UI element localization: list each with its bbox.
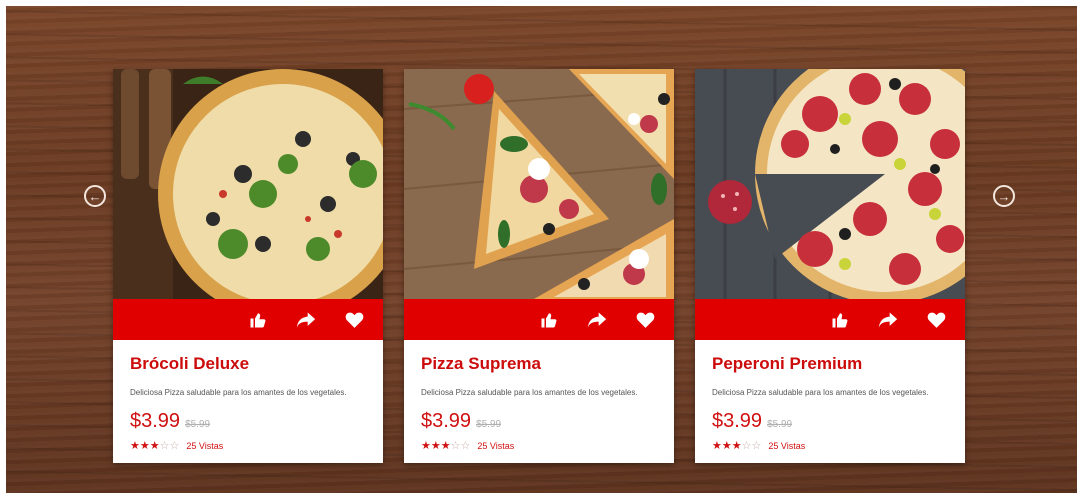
like-button[interactable] [829,309,851,331]
product-card-peperoni[interactable]: Peperoni Premium Deliciosa Pizza saludab… [695,69,965,463]
share-arrow-icon [296,312,316,327]
star-filled-icon: ★ [421,440,431,452]
arrow-left-icon: ← [88,188,102,204]
star-rating: ★★★☆☆ [712,439,761,452]
action-bar [404,299,674,340]
share-button[interactable] [877,309,899,331]
product-price: $3.99 [130,410,181,432]
star-filled-icon: ★ [731,440,742,452]
star-filled-icon: ★ [130,440,140,452]
star-empty-icon: ☆ [450,440,461,452]
star-filled-icon: ★ [430,440,441,452]
heart-icon [927,312,945,328]
thumbs-up-icon [832,312,848,327]
star-empty-icon: ☆ [741,440,752,452]
product-card-suprema[interactable]: Pizza Suprema Deliciosa Pizza saludable … [404,69,674,463]
wood-background: ← → Brócoli Deluxe Deliciosa Pizza salud… [6,6,1077,493]
like-button[interactable] [247,309,269,331]
product-price: $3.99 [421,410,472,432]
star-filled-icon: ★ [721,440,732,452]
pizza-broccoli-photo [113,69,383,299]
product-price: $3.99 [712,410,763,432]
thumbs-up-icon [250,312,266,327]
star-filled-icon: ★ [712,440,722,452]
product-name: Pizza Suprema [421,354,541,373]
product-old-price: $5.99 [476,419,502,430]
carousel-next-button[interactable]: → [993,185,1015,207]
arrow-right-icon: → [997,188,1011,204]
star-empty-icon: ☆ [159,440,170,452]
star-empty-icon: ☆ [460,440,471,452]
views-link[interactable]: 25 Vistas [186,441,223,451]
product-description: Deliciosa Pizza saludable para los amant… [130,388,347,397]
share-arrow-icon [587,312,607,327]
like-button[interactable] [538,309,560,331]
star-filled-icon: ★ [440,440,451,452]
carousel-prev-button[interactable]: ← [84,185,106,207]
star-rating: ★★★☆☆ [130,439,179,452]
favorite-button[interactable] [925,309,947,331]
share-button[interactable] [586,309,608,331]
views-link[interactable]: 25 Vistas [768,441,805,451]
action-bar [113,299,383,340]
favorite-button[interactable] [634,309,656,331]
product-description: Deliciosa Pizza saludable para los amant… [712,388,929,397]
product-old-price: $5.99 [767,419,793,430]
pizza-suprema-photo [404,69,674,299]
heart-icon [345,312,363,328]
star-rating: ★★★☆☆ [421,439,470,452]
thumbs-up-icon [541,312,557,327]
heart-icon [636,312,654,328]
favorite-button[interactable] [343,309,365,331]
views-link[interactable]: 25 Vistas [477,441,514,451]
share-button[interactable] [295,309,317,331]
product-old-price: $5.99 [185,419,211,430]
action-bar [695,299,965,340]
product-card-broccoli[interactable]: Brócoli Deluxe Deliciosa Pizza saludable… [113,69,383,463]
star-filled-icon: ★ [139,440,150,452]
product-description: Deliciosa Pizza saludable para los amant… [421,388,638,397]
share-arrow-icon [878,312,898,327]
star-filled-icon: ★ [149,440,160,452]
star-empty-icon: ☆ [751,440,762,452]
star-empty-icon: ☆ [169,440,180,452]
product-name: Peperoni Premium [712,354,863,373]
pizza-peperoni-photo [695,69,965,299]
product-name: Brócoli Deluxe [130,354,250,373]
